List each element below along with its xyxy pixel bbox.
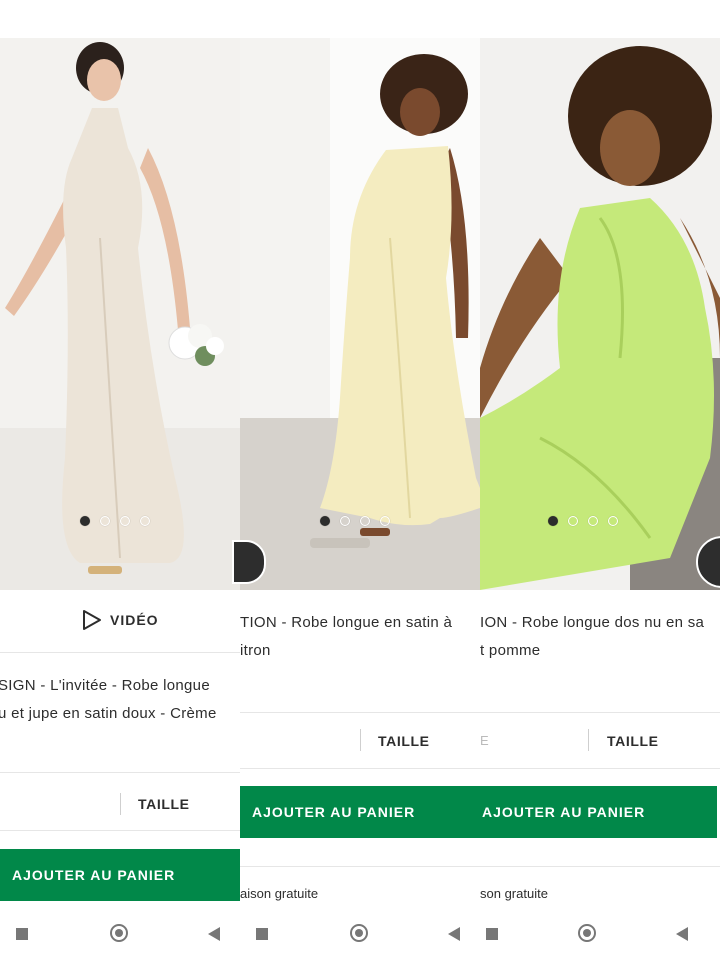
back-triangle-icon[interactable] bbox=[448, 927, 460, 941]
product-title-line2[interactable]: t pomme bbox=[480, 642, 540, 659]
carousel-dot[interactable] bbox=[548, 516, 558, 526]
divider bbox=[480, 712, 720, 713]
divider bbox=[0, 830, 240, 831]
carousel-dot[interactable] bbox=[120, 516, 130, 526]
video-label: VIDÉO bbox=[110, 612, 159, 628]
divider bbox=[240, 712, 480, 713]
carousel-dot[interactable] bbox=[80, 516, 90, 526]
home-circle-icon[interactable] bbox=[350, 924, 368, 942]
home-circle-icon[interactable] bbox=[110, 924, 128, 942]
back-triangle-icon[interactable] bbox=[676, 927, 688, 941]
shipping-info: son gratuite bbox=[480, 886, 548, 901]
add-to-cart-button[interactable]: AJOUTER AU PANIER bbox=[240, 786, 480, 838]
carousel-dot[interactable] bbox=[608, 516, 618, 526]
android-nav-bar-1 bbox=[0, 912, 240, 959]
product-panel-1: VIDÉO SIGN - L'invitée - Robe longue u e… bbox=[0, 0, 240, 959]
carousel-dot[interactable] bbox=[360, 516, 370, 526]
size-separator bbox=[588, 729, 589, 751]
divider bbox=[480, 768, 720, 769]
home-circle-icon[interactable] bbox=[578, 924, 596, 942]
divider bbox=[480, 866, 720, 867]
carousel-dots[interactable] bbox=[548, 516, 618, 526]
carousel-dot[interactable] bbox=[140, 516, 150, 526]
back-triangle-icon[interactable] bbox=[208, 927, 220, 941]
product-panel-2: TION - Robe longue en satin à itron TAIL… bbox=[240, 0, 480, 959]
product-title-line1[interactable]: TION - Robe longue en satin à bbox=[240, 614, 452, 631]
product-title-line2[interactable]: u et jupe en satin doux - Crème bbox=[0, 705, 217, 722]
add-to-cart-button[interactable]: AJOUTER AU PANIER bbox=[480, 786, 717, 838]
divider bbox=[240, 866, 480, 867]
carousel-dot[interactable] bbox=[320, 516, 330, 526]
product-panel-3: ION - Robe longue dos nu en sa t pomme E… bbox=[480, 0, 720, 959]
product-title-line1[interactable]: SIGN - L'invitée - Robe longue bbox=[0, 677, 210, 694]
carousel-dots[interactable] bbox=[320, 516, 390, 526]
product-title-line1[interactable]: ION - Robe longue dos nu en sa bbox=[480, 614, 704, 631]
size-select[interactable]: TAILLE bbox=[138, 796, 190, 812]
color-select-stub[interactable]: E bbox=[480, 733, 489, 748]
divider bbox=[240, 768, 480, 769]
android-nav-bar-3 bbox=[480, 912, 720, 959]
size-separator bbox=[360, 729, 361, 751]
product-image-apple-dress[interactable] bbox=[480, 38, 720, 590]
play-icon bbox=[83, 610, 101, 630]
divider bbox=[0, 652, 240, 653]
shipping-info: aison gratuite bbox=[240, 886, 319, 901]
video-button[interactable]: VIDÉO bbox=[82, 608, 159, 632]
product-title-line2[interactable]: itron bbox=[240, 642, 271, 659]
size-select[interactable]: TAILLE bbox=[607, 733, 659, 749]
product-image-lemon-dress[interactable] bbox=[240, 38, 480, 590]
carousel-dot[interactable] bbox=[100, 516, 110, 526]
carousel-dot[interactable] bbox=[588, 516, 598, 526]
carousel-dot[interactable] bbox=[568, 516, 578, 526]
size-select[interactable]: TAILLE bbox=[378, 733, 430, 749]
recents-square-icon[interactable] bbox=[486, 928, 498, 940]
carousel-dots[interactable] bbox=[80, 516, 150, 526]
add-to-cart-button[interactable]: AJOUTER AU PANIER bbox=[0, 849, 240, 901]
recents-square-icon[interactable] bbox=[16, 928, 28, 940]
size-separator bbox=[120, 793, 121, 815]
android-nav-bar-2 bbox=[240, 912, 480, 959]
product-image-ivory-dress[interactable] bbox=[0, 38, 240, 590]
recents-square-icon[interactable] bbox=[256, 928, 268, 940]
carousel-dot[interactable] bbox=[340, 516, 350, 526]
carousel-dot[interactable] bbox=[380, 516, 390, 526]
divider bbox=[0, 772, 240, 773]
